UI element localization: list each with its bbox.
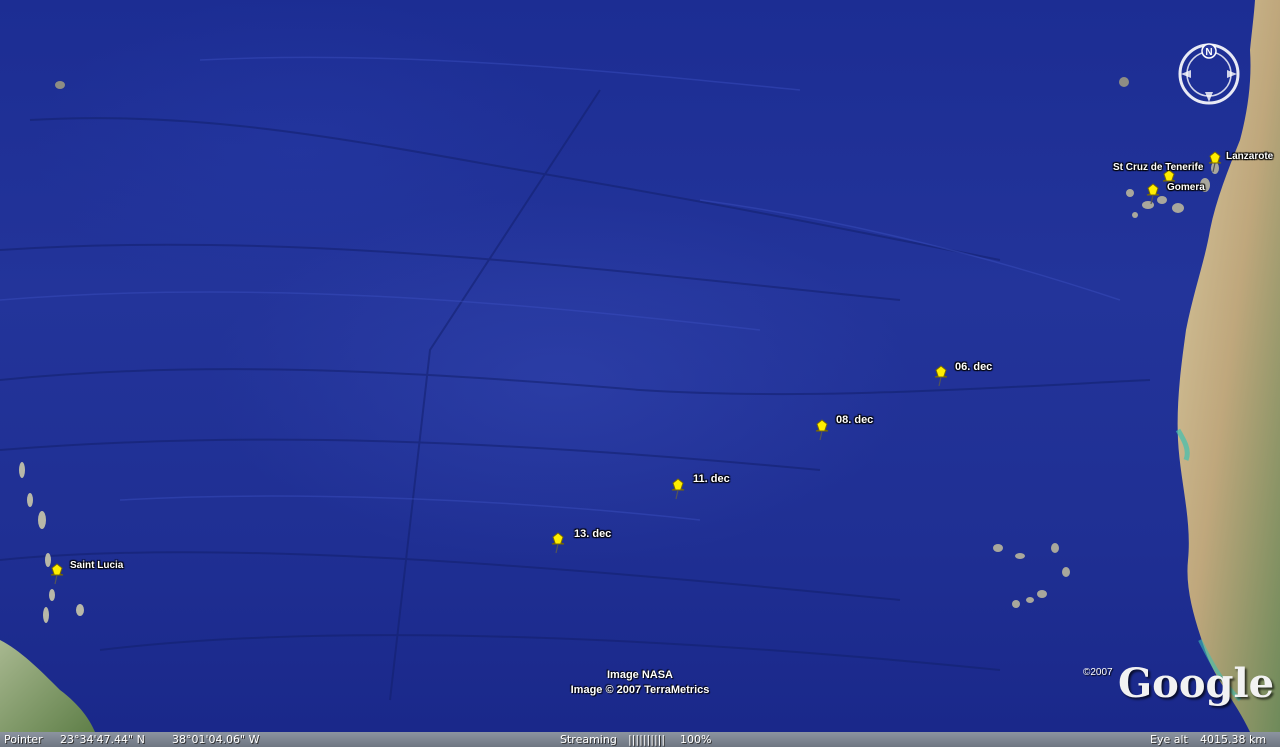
compass-rose-icon[interactable]: N [1175, 40, 1243, 108]
atlantic-islands [55, 77, 1129, 89]
image-credit-terrametrics: Image © 2007 TerraMetrics [570, 684, 710, 696]
pin-11-dec-icon[interactable] [669, 477, 687, 501]
google-logo: Google [1118, 660, 1275, 707]
streaming-progress-bar: |||||||||| [628, 733, 666, 746]
pin-08-dec-icon[interactable] [813, 418, 831, 442]
place-label-13-dec[interactable]: 13. dec [574, 528, 611, 540]
pin-gomera-icon[interactable] [1144, 182, 1162, 206]
status-bar: Pointer 23°34'47.44" N 38°01'04.06" W St… [0, 732, 1280, 747]
place-label-gomera[interactable]: Gomera [1167, 182, 1205, 193]
image-credit-nasa: Image NASA [606, 669, 674, 681]
pin-06-dec-icon[interactable] [932, 364, 950, 388]
pointer-latitude: 23°34'47.44" N [60, 733, 145, 746]
eye-alt-label: Eye alt [1150, 733, 1188, 746]
place-label-tenerife[interactable]: St Cruz de Tenerife [1113, 162, 1203, 173]
terrain-layer [0, 0, 1280, 732]
seafloor-ridges [0, 89, 1151, 701]
pin-13-dec-icon[interactable] [549, 531, 567, 555]
seafloor-highlights [0, 56, 1121, 521]
caribbean-landmass [0, 640, 95, 732]
google-copyright: ©2007 [1083, 667, 1113, 678]
streaming-percent: 100% [680, 733, 712, 746]
cape-verde-islands [993, 543, 1070, 608]
map-view[interactable]: Lanzarote St Cruz de Tenerife Gomera 06.… [0, 0, 1280, 732]
pin-saint-lucia-icon[interactable] [48, 562, 66, 586]
place-label-06-dec[interactable]: 06. dec [955, 361, 992, 373]
lesser-antilles-islands [19, 462, 84, 623]
place-label-11-dec[interactable]: 11. dec [693, 473, 730, 485]
streaming-label: Streaming [560, 733, 617, 746]
place-label-lanzarote[interactable]: Lanzarote [1226, 151, 1273, 162]
eye-alt-value: 4015.38 km [1200, 733, 1267, 746]
pointer-label: Pointer [4, 733, 43, 746]
place-label-saint-lucia[interactable]: Saint Lucia [70, 560, 123, 571]
pointer-longitude: 38°01'04.06" W [172, 733, 260, 746]
compass-north-label: N [1205, 47, 1212, 58]
africa-landmass [1177, 0, 1280, 732]
pin-lanzarote-icon[interactable] [1206, 150, 1224, 174]
place-label-08-dec[interactable]: 08. dec [836, 414, 873, 426]
